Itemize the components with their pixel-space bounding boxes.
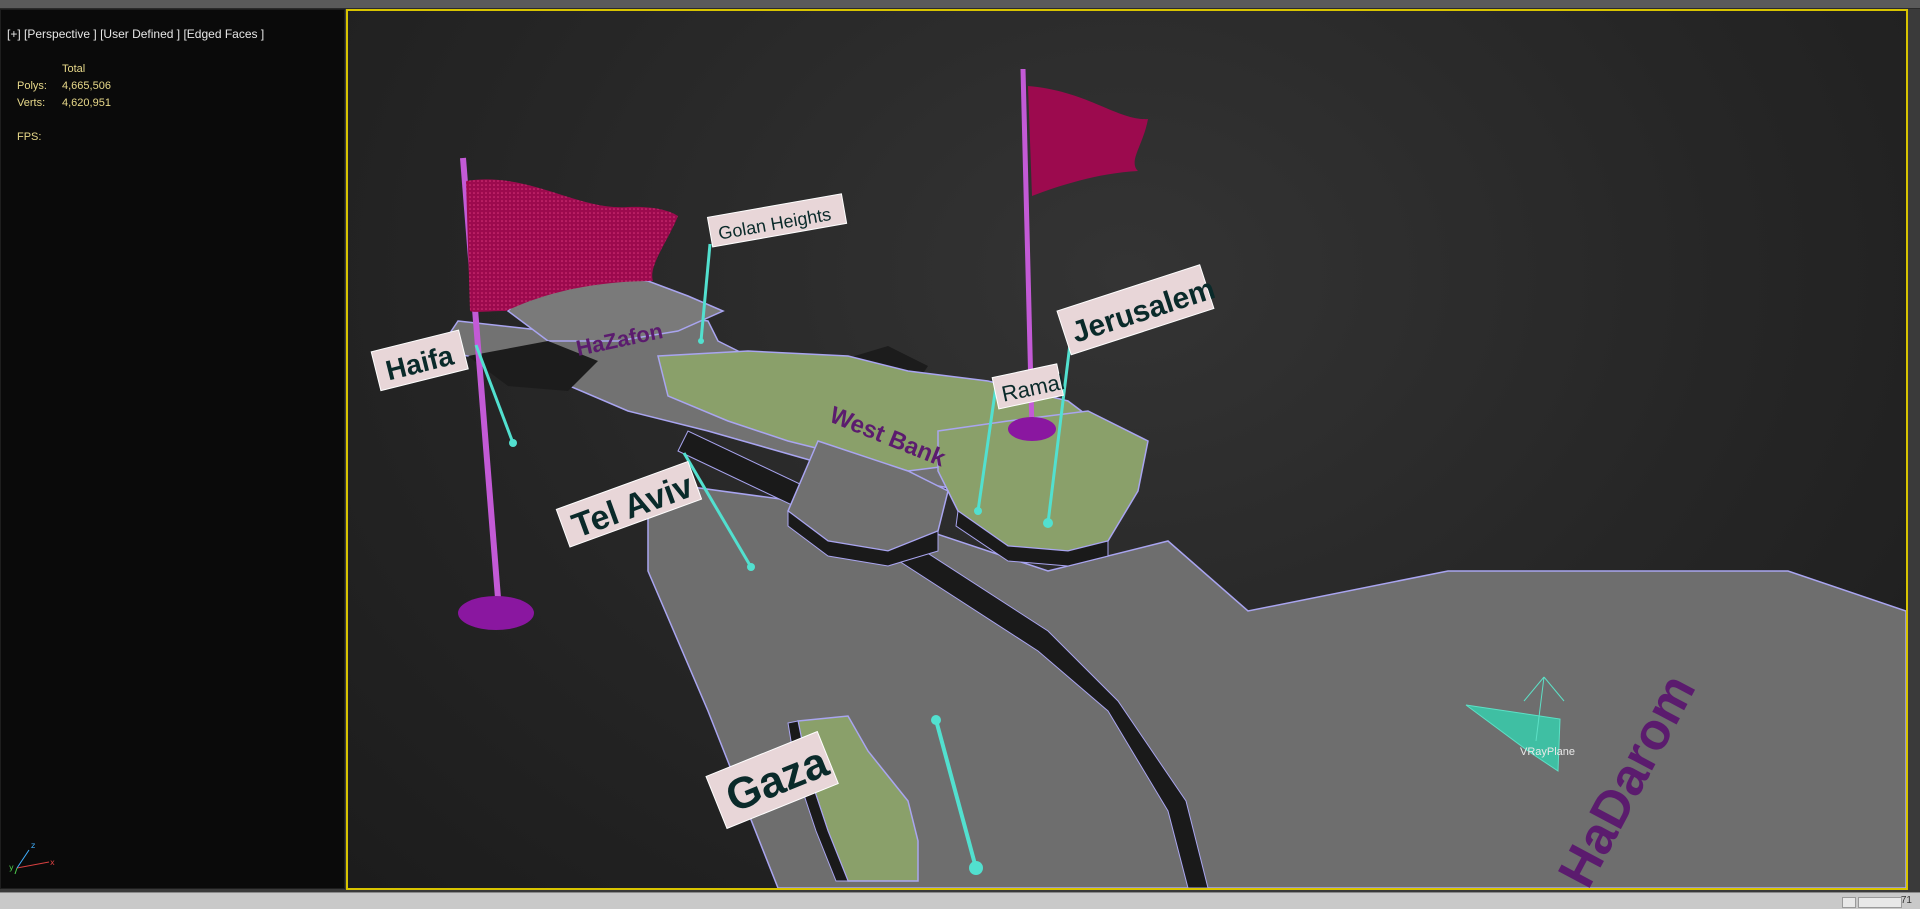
zoom-field[interactable] <box>1858 897 1902 908</box>
scene-render: VRayPlane HaZafon West Bank HaDarom Haif… <box>370 68 1906 888</box>
svg-text:z: z <box>31 841 35 850</box>
stats-header: Total <box>62 63 86 75</box>
title-strip <box>0 0 1920 9</box>
polys-value: 4,665,506 <box>62 80 111 92</box>
status-bar <box>0 892 1920 909</box>
flag-cloth-right <box>1028 86 1148 196</box>
left-viewport[interactable]: [+] [Perspective ] [User Defined ] [Edge… <box>0 9 345 889</box>
viewport-view-menu[interactable]: [Perspective ] <box>24 27 97 41</box>
viewport-plus-menu[interactable]: [+] <box>7 27 21 41</box>
flag-base-left <box>458 596 534 630</box>
polys-label: Polys: <box>17 80 47 92</box>
label-card-jerusalem: Jerusalem <box>1056 264 1219 356</box>
svg-text:x: x <box>50 858 55 867</box>
label-card-haifa: Haifa <box>370 329 469 392</box>
stats-polys-row: Polys: 4,665,506 <box>17 78 111 95</box>
viewport-shading-menu[interactable]: [Edged Faces ] <box>183 27 264 41</box>
verts-value: 4,620,951 <box>62 97 111 109</box>
stats-verts-row: Verts: 4,620,951 <box>17 95 111 112</box>
stats-fps-row: FPS: <box>17 129 111 146</box>
zoom-toggle-button[interactable] <box>1842 897 1856 908</box>
zoom-value: 71 <box>1900 895 1912 906</box>
flag-base-right <box>1008 417 1056 441</box>
axis-tripod-icon: z y x <box>9 841 55 875</box>
svg-text:y: y <box>9 863 14 872</box>
fps-label: FPS: <box>17 131 42 143</box>
vrayplane-label: VRayPlane <box>1520 746 1575 758</box>
statistics-overlay: Total Polys: 4,665,506 Verts: 4,620,951 … <box>17 61 111 146</box>
viewport-mode-menu[interactable]: [User Defined ] <box>100 27 180 41</box>
verts-label: Verts: <box>17 97 46 109</box>
label-card-golan: Golan Heights <box>706 193 848 248</box>
viewport-label[interactable]: [+] [Perspective ] [User Defined ] [Edge… <box>7 27 264 41</box>
perspective-viewport[interactable]: VRayPlane HaZafon West Bank HaDarom Haif… <box>346 9 1908 890</box>
